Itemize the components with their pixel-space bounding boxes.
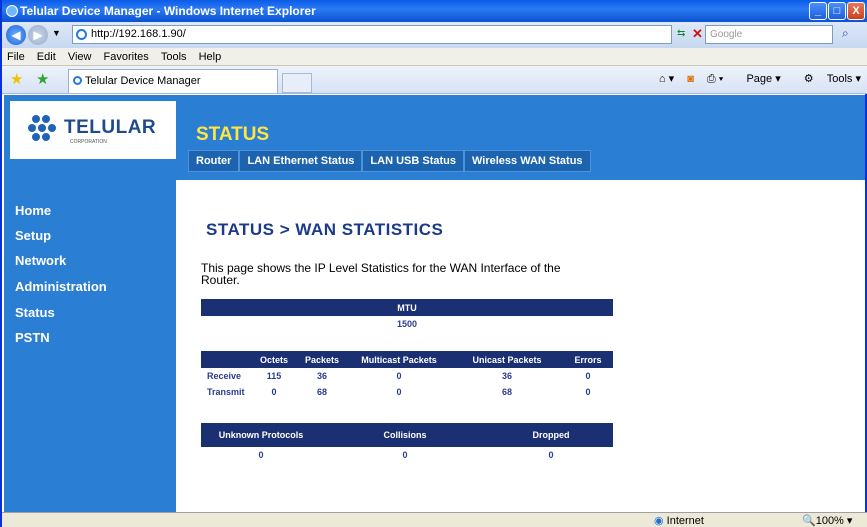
search-icon[interactable]: ⌕ (842, 26, 849, 41)
table-row: Receive 115 36 0 36 0 (201, 368, 613, 384)
title-bar: Telular Device Manager - Windows Interne… (2, 0, 867, 22)
table-row: 0 0 0 (201, 447, 613, 463)
zoom-icon: 🔍 (802, 515, 816, 527)
table-cell: 115 (266, 371, 282, 381)
menu-help[interactable]: Help (199, 51, 222, 63)
security-zone: ◉ Internet (654, 515, 704, 527)
table-row: Transmit 0 68 0 68 0 (201, 384, 613, 400)
table-cell: 0 (585, 387, 591, 397)
mtu-value: 1500 (396, 319, 418, 329)
tab-lan-usb-status[interactable]: LAN USB Status (362, 150, 464, 172)
telular-logo: TELULAR CORPORATION (10, 101, 176, 159)
tab-bar: ★ ★ Telular Device Manager ⌂ ▾ ◙ ⎙ ▾ Pag… (2, 66, 867, 94)
row-label: Receive (207, 371, 242, 381)
menu-tools[interactable]: Tools (161, 51, 187, 63)
address-input[interactable]: http://192.168.1.90/ (72, 25, 672, 44)
home-icon[interactable]: ⌂ ▾ (659, 73, 674, 85)
minimize-button[interactable]: _ (809, 2, 827, 20)
ie-icon (6, 5, 18, 17)
table-cell: 0 (396, 387, 402, 397)
tab-page-icon (73, 76, 82, 85)
address-bar-row: ◀ ▶ ▼ http://192.168.1.90/ ⇆ ✕ Google ⌕ (2, 22, 867, 48)
table-cell: 0 (548, 450, 554, 460)
page-heading: STATUS > WAN STATISTICS (206, 220, 444, 239)
table-cell: 0 (258, 450, 264, 460)
mtu-header: MTU (201, 299, 613, 316)
traffic-header: Unicast Packets (451, 351, 563, 368)
status-bar: ◉ Internet 🔍100% ▾ (2, 512, 867, 527)
sidebar-item-network[interactable]: Network (15, 253, 66, 268)
window-title: Telular Device Manager - Windows Interne… (20, 4, 316, 18)
page-description: This page shows the IP Level Statistics … (201, 261, 561, 287)
traffic-header: Multicast Packets (347, 351, 451, 368)
history-dropdown-icon[interactable]: ▼ (52, 28, 61, 38)
tab-wireless-wan-status[interactable]: Wireless WAN Status (463, 150, 591, 172)
tab-router[interactable]: Router (188, 150, 240, 172)
misc-table: Unknown Protocols Collisions Dropped 0 0… (201, 423, 613, 463)
traffic-table: Octets Packets Multicast Packets Unicast… (201, 351, 613, 400)
close-button[interactable]: X (847, 2, 865, 20)
menu-file[interactable]: File (7, 51, 25, 63)
mtu-table: MTU 1500 (201, 299, 613, 332)
forward-button[interactable]: ▶ (28, 25, 48, 45)
tab-lan-ethernet-status[interactable]: LAN Ethernet Status (239, 150, 363, 172)
page-icon (76, 29, 87, 40)
table-cell: 0 (402, 450, 408, 460)
new-tab-button[interactable] (282, 73, 312, 93)
browser-window: Telular Device Manager - Windows Interne… (0, 0, 867, 527)
menu-edit[interactable]: Edit (37, 51, 56, 63)
print-icon[interactable]: ⎙ ▾ (707, 73, 723, 85)
logo-dots-icon (28, 115, 58, 141)
section-title: STATUS (196, 124, 270, 145)
table-cell: 0 (585, 371, 591, 381)
row-label: Transmit (207, 387, 245, 397)
refresh-icon[interactable]: ⇆ (677, 28, 685, 39)
table-cell: 36 (501, 371, 512, 381)
back-button[interactable]: ◀ (6, 25, 26, 45)
menu-view[interactable]: View (68, 51, 92, 63)
traffic-header: Errors (563, 351, 613, 368)
traffic-header-blank (201, 351, 251, 368)
stop-icon[interactable]: ✕ (692, 26, 703, 42)
table-cell: 68 (316, 387, 327, 397)
sidebar: Home Setup Network Administration Status… (4, 180, 176, 512)
traffic-header: Octets (251, 351, 297, 368)
menu-favorites[interactable]: Favorites (104, 51, 149, 63)
globe-icon: ◉ (654, 515, 664, 527)
misc-header: Unknown Protocols (201, 423, 321, 447)
add-favorite-icon[interactable]: ★ (36, 70, 49, 88)
feeds-icon[interactable]: ◙ (687, 73, 694, 85)
table-cell: 36 (316, 371, 327, 381)
page-menu[interactable]: Page ▾ (736, 73, 780, 85)
sidebar-item-home[interactable]: Home (15, 203, 51, 218)
misc-header: Collisions (321, 423, 489, 447)
misc-header: Dropped (489, 423, 613, 447)
web-content: TELULAR CORPORATION STATUS Router LAN Et… (4, 95, 865, 512)
logo-text: TELULAR (64, 117, 157, 138)
status-nav: Router LAN Ethernet Status LAN USB Statu… (188, 150, 591, 172)
sidebar-item-pstn[interactable]: PSTN (15, 330, 50, 345)
search-input[interactable]: Google (705, 25, 833, 44)
logo-subtext: CORPORATION (70, 139, 107, 145)
tab-telular-device-manager[interactable]: Telular Device Manager (68, 69, 278, 93)
sidebar-item-setup[interactable]: Setup (15, 228, 51, 243)
sidebar-item-status[interactable]: Status (15, 305, 55, 320)
favorites-star-icon[interactable]: ★ (10, 70, 23, 88)
zoom-level[interactable]: 🔍100% ▾ (802, 514, 852, 527)
menu-bar: File Edit View Favorites Tools Help (2, 48, 867, 66)
tools-menu[interactable]: ⚙ Tools ▾ (794, 73, 861, 85)
table-cell: 0 (396, 371, 402, 381)
table-cell: 0 (271, 387, 277, 397)
traffic-header: Packets (297, 351, 347, 368)
gear-icon: ⚙ (803, 73, 814, 85)
sidebar-item-administration[interactable]: Administration (15, 279, 107, 294)
table-cell: 68 (501, 387, 512, 397)
maximize-button[interactable]: □ (828, 2, 846, 20)
